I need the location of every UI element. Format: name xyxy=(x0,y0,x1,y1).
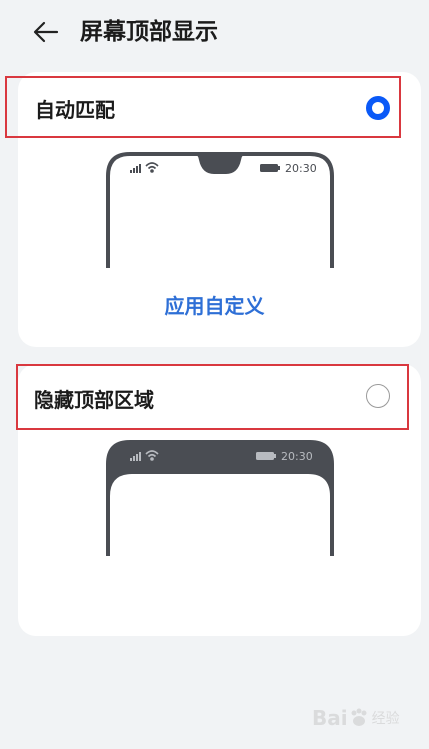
option-hide-top-area[interactable]: 隐藏顶部区域 xyxy=(16,364,409,430)
radio-hide-top-area[interactable] xyxy=(366,384,390,408)
option-label: 自动匹配 xyxy=(35,98,115,122)
signal-icon xyxy=(130,164,141,173)
app-bar: 屏幕顶部显示 xyxy=(0,0,429,64)
watermark-sub: 经验 xyxy=(371,711,400,727)
notch-preview-image: 20:30 xyxy=(106,152,334,268)
option-label: 隐藏顶部区域 xyxy=(34,388,154,412)
watermark-brand: Bai xyxy=(312,706,348,730)
notch xyxy=(194,154,246,174)
battery-icon xyxy=(256,452,276,460)
back-button[interactable] xyxy=(30,16,62,48)
baidu-watermark: Bai 经验 xyxy=(312,700,422,736)
battery-icon xyxy=(260,164,280,172)
status-time: 20:30 xyxy=(285,162,317,175)
app-customize-link[interactable]: 应用自定义 xyxy=(0,290,429,319)
arrow-left-icon xyxy=(33,21,59,43)
page-title: 屏幕顶部显示 xyxy=(80,19,218,45)
option-auto-match[interactable]: 自动匹配 xyxy=(5,76,401,138)
radio-auto-match[interactable] xyxy=(366,96,390,120)
wifi-icon xyxy=(145,162,159,173)
status-time: 20:30 xyxy=(281,450,313,463)
hidden-top-preview-image: 20:30 xyxy=(106,440,334,556)
paw-icon xyxy=(351,708,367,726)
